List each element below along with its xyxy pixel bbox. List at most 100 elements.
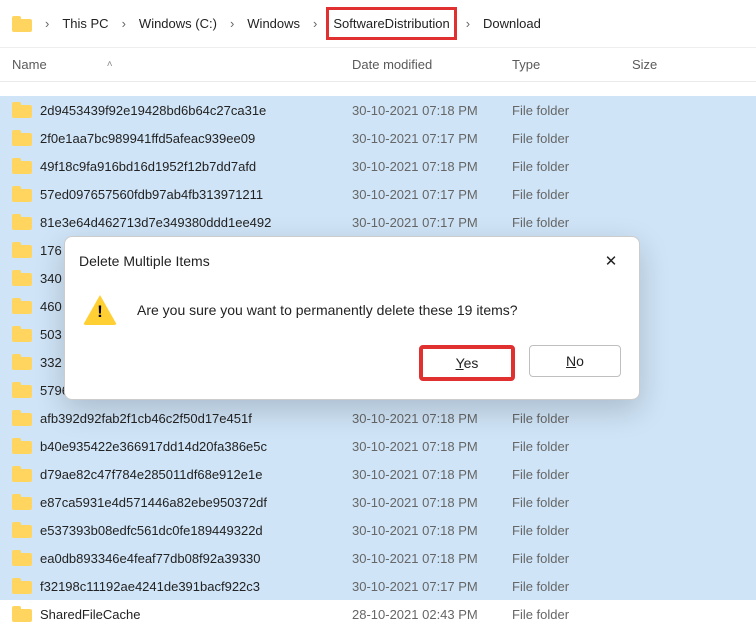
file-name: SharedFileCache — [40, 607, 140, 622]
cell-name: 2d9453439f92e19428bd6b64c27ca31e — [0, 102, 352, 118]
file-name: 2d9453439f92e19428bd6b64c27ca31e — [40, 103, 266, 118]
table-row[interactable]: 2f0e1aa7bc989941ffd5afeac939ee0930-10-20… — [0, 124, 756, 152]
col-header-date[interactable]: Date modified — [352, 57, 512, 72]
folder-icon — [12, 242, 32, 258]
cell-date: 30-10-2021 07:17 PM — [352, 579, 512, 594]
column-headers: Name ˄ Date modified Type Size — [0, 48, 756, 82]
cell-name: b40e935422e366917dd14d20fa386e5c — [0, 438, 352, 454]
breadcrumb-item[interactable]: This PC — [58, 12, 112, 35]
cell-type: File folder — [512, 187, 632, 202]
file-name: 81e3e64d462713d7e349380ddd1ee492 — [40, 215, 271, 230]
cell-type: File folder — [512, 607, 632, 622]
cell-type: File folder — [512, 551, 632, 566]
yes-button-rest: es — [464, 355, 479, 371]
cell-name: f32198c11192ae4241de391bacf922c3 — [0, 578, 352, 594]
folder-icon — [12, 102, 32, 118]
folder-icon — [12, 550, 32, 566]
yes-button-accel: Y — [456, 355, 464, 371]
close-icon[interactable]: ✕ — [597, 247, 625, 275]
breadcrumb[interactable]: › This PC › Windows (C:) › Windows › SoftwareD… — [0, 0, 756, 48]
yes-button[interactable]: Yes — [419, 345, 515, 381]
cell-date: 28-10-2021 02:43 PM — [352, 607, 512, 622]
file-name: ea0db893346e4feaf77db08f92a39330 — [40, 551, 261, 566]
folder-icon — [12, 438, 32, 454]
breadcrumb-item[interactable]: Windows — [243, 12, 304, 35]
folder-icon — [12, 158, 32, 174]
breadcrumb-item[interactable]: Windows (C:) — [135, 12, 221, 35]
file-name: 49f18c9fa916bd16d1952f12b7dd7afd — [40, 159, 256, 174]
table-row[interactable]: f32198c11192ae4241de391bacf922c330-10-20… — [0, 572, 756, 600]
no-button-rest: o — [576, 353, 584, 369]
cell-name: 81e3e64d462713d7e349380ddd1ee492 — [0, 214, 352, 230]
dialog-title: Delete Multiple Items — [79, 253, 210, 269]
drive-folder-icon — [12, 16, 32, 32]
breadcrumb-item[interactable]: SoftwareDistribution — [326, 7, 456, 40]
folder-icon — [12, 214, 32, 230]
cell-date: 30-10-2021 07:18 PM — [352, 495, 512, 510]
cell-date: 30-10-2021 07:18 PM — [352, 551, 512, 566]
file-name: 460 — [40, 299, 62, 314]
cell-name: 49f18c9fa916bd16d1952f12b7dd7afd — [0, 158, 352, 174]
spacer — [0, 82, 756, 96]
file-name: 2f0e1aa7bc989941ffd5afeac939ee09 — [40, 131, 255, 146]
file-name: e87ca5931e4d571446a82ebe950372df — [40, 495, 267, 510]
col-header-type[interactable]: Type — [512, 57, 632, 72]
breadcrumb-item[interactable]: Download — [479, 12, 545, 35]
no-button-accel: N — [566, 353, 576, 369]
table-row[interactable]: SharedFileCache 28-10-2021 02:43 PMFile f… — [0, 600, 756, 628]
folder-icon — [12, 578, 32, 594]
table-row[interactable]: 49f18c9fa916bd16d1952f12b7dd7afd 30-10-20… — [0, 152, 756, 180]
table-row[interactable]: 81e3e64d462713d7e349380ddd1ee492 30-10-20… — [0, 208, 756, 236]
folder-icon — [12, 270, 32, 286]
chevron-right-icon: › — [461, 16, 475, 31]
folder-icon — [12, 410, 32, 426]
folder-icon — [12, 298, 32, 314]
cell-type: File folder — [512, 103, 632, 118]
table-row[interactable]: ea0db893346e4feaf77db08f92a39330 30-10-20… — [0, 544, 756, 572]
cell-name: afb392d92fab2f1cb46c2f50d17e451f — [0, 410, 352, 426]
folder-icon — [12, 326, 32, 342]
delete-dialog: Delete Multiple Items ✕ Are you sure you… — [64, 236, 640, 400]
col-header-name[interactable]: Name ˄ — [0, 57, 352, 72]
cell-name: e87ca5931e4d571446a82ebe950372df — [0, 494, 352, 510]
file-name: d79ae82c47f784e285011df68e912e1e — [40, 467, 262, 482]
cell-type: File folder — [512, 131, 632, 146]
file-name: b40e935422e366917dd14d20fa386e5c — [40, 439, 267, 454]
cell-type: File folder — [512, 523, 632, 538]
file-name: e537393b08edfc561dc0fe189449322d — [40, 523, 263, 538]
cell-type: File folder — [512, 579, 632, 594]
cell-date: 30-10-2021 07:18 PM — [352, 411, 512, 426]
cell-type: File folder — [512, 159, 632, 174]
cell-date: 30-10-2021 07:18 PM — [352, 159, 512, 174]
table-row[interactable]: b40e935422e366917dd14d20fa386e5c30-10-20… — [0, 432, 756, 460]
chevron-right-icon: › — [225, 16, 239, 31]
table-row[interactable]: e537393b08edfc561dc0fe189449322d30-10-20… — [0, 516, 756, 544]
table-row[interactable]: 57ed097657560fdb97ab4fb31397121130-10-20… — [0, 180, 756, 208]
chevron-right-icon: › — [117, 16, 131, 31]
file-name: 503 — [40, 327, 62, 342]
cell-name: ea0db893346e4feaf77db08f92a39330 — [0, 550, 352, 566]
folder-icon — [12, 494, 32, 510]
no-button[interactable]: No — [529, 345, 621, 377]
file-name: 332 — [40, 355, 62, 370]
triangle-with-exclamation-icon — [83, 295, 117, 325]
col-header-size[interactable]: Size — [632, 57, 756, 72]
col-header-name-label: Name — [12, 57, 47, 72]
folder-icon — [12, 186, 32, 202]
cell-date: 30-10-2021 07:17 PM — [352, 215, 512, 230]
file-name: 340 — [40, 271, 62, 286]
table-row[interactable]: e87ca5931e4d571446a82ebe950372df 30-10-20… — [0, 488, 756, 516]
table-row[interactable]: afb392d92fab2f1cb46c2f50d17e451f30-10-20… — [0, 404, 756, 432]
cell-type: File folder — [512, 411, 632, 426]
chevron-right-icon: › — [40, 16, 54, 31]
cell-type: File folder — [512, 467, 632, 482]
folder-icon — [12, 606, 32, 622]
table-row[interactable]: 2d9453439f92e19428bd6b64c27ca31e30-10-20… — [0, 96, 756, 124]
folder-icon — [12, 466, 32, 482]
cell-name: 2f0e1aa7bc989941ffd5afeac939ee09 — [0, 130, 352, 146]
table-row[interactable]: d79ae82c47f784e285011df68e912e1e 30-10-20… — [0, 460, 756, 488]
sort-asc-icon: ˄ — [107, 59, 113, 70]
folder-icon — [12, 382, 32, 398]
file-name: 57ed097657560fdb97ab4fb313971211 — [40, 187, 263, 202]
cell-date: 30-10-2021 07:18 PM — [352, 467, 512, 482]
